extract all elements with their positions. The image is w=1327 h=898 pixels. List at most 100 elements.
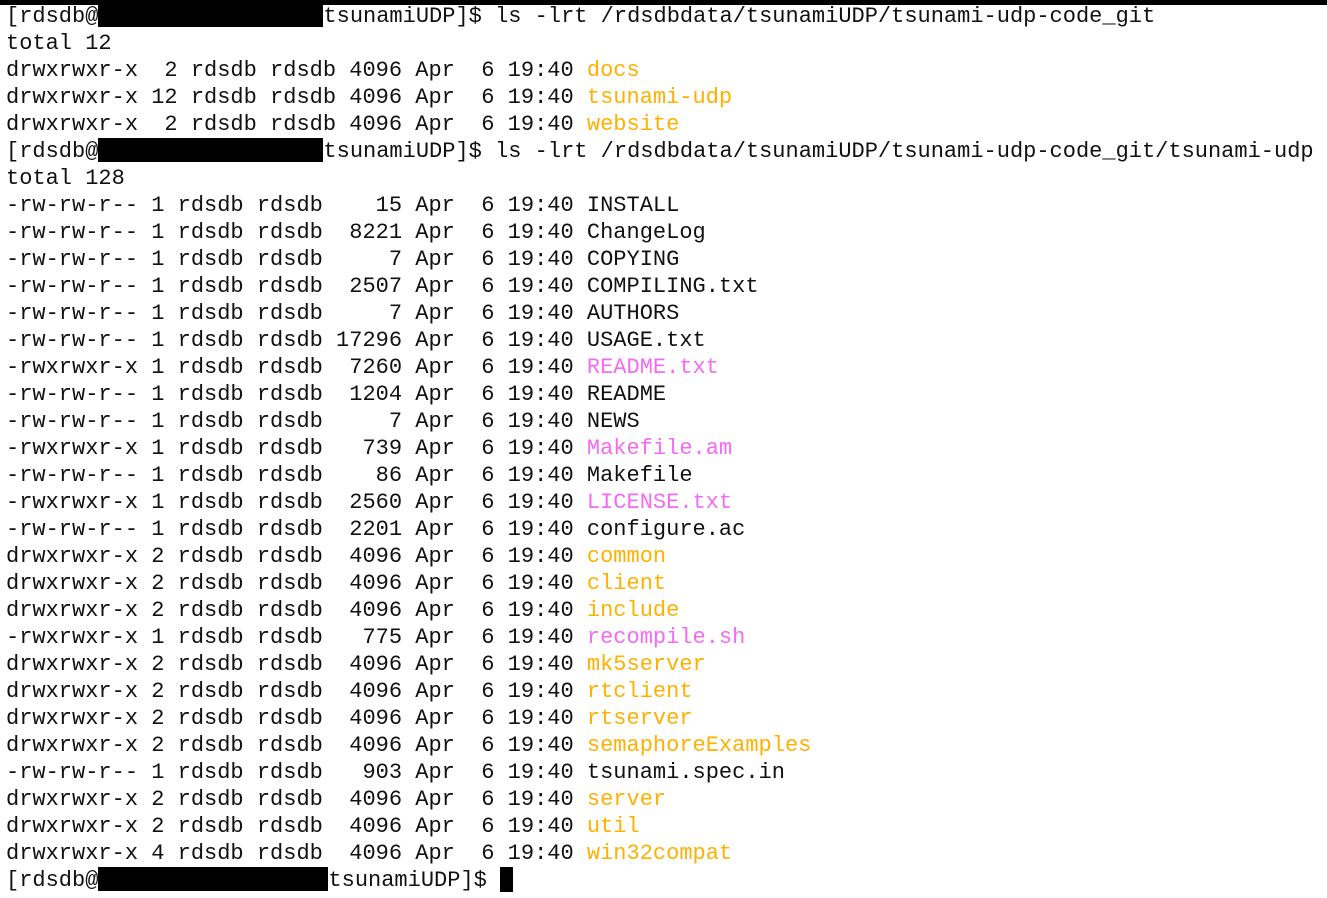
listing-row: drwxrwxr-x 2 rdsdb rdsdb 4096 Apr 6 19:4… <box>6 57 1321 84</box>
directory-name: include <box>586 598 680 623</box>
file-name: tsunami.spec.in <box>586 760 785 785</box>
prompt-line-2: [rdsdb@ tsunamiUDP]$ ls -lrt /rdsdbdata/t… <box>6 138 1321 165</box>
prompt-prefix: [rdsdb@ <box>6 4 99 29</box>
file-meta: drwxrwxr-x 2 rdsdb rdsdb 4096 Apr 6 19:4… <box>6 652 587 677</box>
prompt-suffix: tsunamiUDP]$ <box>323 4 496 29</box>
listing-total: total 12 <box>6 31 112 56</box>
executable-name: README.txt <box>586 355 719 380</box>
terminal-output[interactable]: [rdsdb@ tsunamiUDP]$ ls -lrt /rdsdbdata/t… <box>6 3 1321 894</box>
file-meta: drwxrwxr-x 2 rdsdb rdsdb 4096 Apr 6 19:4… <box>6 571 587 596</box>
listing-row: drwxrwxr-x 4 rdsdb rdsdb 4096 Apr 6 19:4… <box>6 840 1321 867</box>
file-name: INSTALL <box>586 193 680 218</box>
file-name: configure.ac <box>586 517 746 542</box>
listing-row: -rwxrwxr-x 1 rdsdb rdsdb 739 Apr 6 19:40… <box>6 435 1321 462</box>
listing-2: -rw-rw-r-- 1 rdsdb rdsdb 15 Apr 6 19:40 … <box>6 192 1321 867</box>
listing-row: drwxrwxr-x 2 rdsdb rdsdb 4096 Apr 6 19:4… <box>6 705 1321 732</box>
file-meta: drwxrwxr-x 2 rdsdb rdsdb 4096 Apr 6 19:4… <box>6 733 587 758</box>
listing-row: -rw-rw-r-- 1 rdsdb rdsdb 8221 Apr 6 19:4… <box>6 219 1321 246</box>
file-meta: drwxrwxr-x 2 rdsdb rdsdb 4096 Apr 6 19:4… <box>6 112 587 137</box>
file-meta: -rw-rw-r-- 1 rdsdb rdsdb 1204 Apr 6 19:4… <box>6 382 587 407</box>
listing-row: -rwxrwxr-x 1 rdsdb rdsdb 775 Apr 6 19:40… <box>6 624 1321 651</box>
file-meta: -rw-rw-r-- 1 rdsdb rdsdb 15 Apr 6 19:40 <box>6 193 587 218</box>
directory-name: client <box>586 571 667 596</box>
listing-row: -rw-rw-r-- 1 rdsdb rdsdb 903 Apr 6 19:40… <box>6 759 1321 786</box>
file-meta: -rw-rw-r-- 1 rdsdb rdsdb 17296 Apr 6 19:… <box>6 328 587 353</box>
file-name: USAGE.txt <box>586 328 706 353</box>
directory-name: semaphoreExamples <box>586 733 812 758</box>
directory-name: server <box>586 787 667 812</box>
file-meta: -rwxrwxr-x 1 rdsdb rdsdb 7260 Apr 6 19:4… <box>6 355 587 380</box>
command-text: ls -lrt /rdsdbdata/tsunamiUDP/tsunami-ud… <box>495 139 1314 164</box>
listing-row: drwxrwxr-x 2 rdsdb rdsdb 4096 Apr 6 19:4… <box>6 786 1321 813</box>
listing-row: drwxrwxr-x 2 rdsdb rdsdb 4096 Apr 6 19:4… <box>6 732 1321 759</box>
listing-row: -rwxrwxr-x 1 rdsdb rdsdb 2560 Apr 6 19:4… <box>6 489 1321 516</box>
prompt-suffix: tsunamiUDP]$ <box>323 139 496 164</box>
listing-row: drwxrwxr-x 2 rdsdb rdsdb 4096 Apr 6 19:4… <box>6 678 1321 705</box>
directory-name: mk5server <box>586 652 706 677</box>
listing-row: -rw-rw-r-- 1 rdsdb rdsdb 86 Apr 6 19:40 … <box>6 462 1321 489</box>
listing-row: -rw-rw-r-- 1 rdsdb rdsdb 2201 Apr 6 19:4… <box>6 516 1321 543</box>
listing-row: drwxrwxr-x 2 rdsdb rdsdb 4096 Apr 6 19:4… <box>6 651 1321 678</box>
listing-row: -rw-rw-r-- 1 rdsdb rdsdb 2507 Apr 6 19:4… <box>6 273 1321 300</box>
redacted-hostname <box>98 138 324 162</box>
file-meta: -rw-rw-r-- 1 rdsdb rdsdb 7 Apr 6 19:40 <box>6 409 587 434</box>
listing-row: -rw-rw-r-- 1 rdsdb rdsdb 17296 Apr 6 19:… <box>6 327 1321 354</box>
listing-row: drwxrwxr-x 12 rdsdb rdsdb 4096 Apr 6 19:… <box>6 84 1321 111</box>
file-name: ChangeLog <box>586 220 706 245</box>
listing-row: -rw-rw-r-- 1 rdsdb rdsdb 7 Apr 6 19:40 A… <box>6 300 1321 327</box>
file-meta: drwxrwxr-x 2 rdsdb rdsdb 4096 Apr 6 19:4… <box>6 58 587 83</box>
file-meta: -rw-rw-r-- 1 rdsdb rdsdb 8221 Apr 6 19:4… <box>6 220 587 245</box>
file-meta: -rw-rw-r-- 1 rdsdb rdsdb 903 Apr 6 19:40 <box>6 760 587 785</box>
prompt-prefix: [rdsdb@ <box>6 868 99 893</box>
executable-name: Makefile.am <box>586 436 733 461</box>
listing-row: drwxrwxr-x 2 rdsdb rdsdb 4096 Apr 6 19:4… <box>6 543 1321 570</box>
file-meta: drwxrwxr-x 2 rdsdb rdsdb 4096 Apr 6 19:4… <box>6 787 587 812</box>
listing-total: total 128 <box>6 166 125 191</box>
file-meta: drwxrwxr-x 2 rdsdb rdsdb 4096 Apr 6 19:4… <box>6 706 587 731</box>
file-name: AUTHORS <box>586 301 680 326</box>
file-name: Makefile <box>586 463 693 488</box>
directory-name: rtserver <box>586 706 693 731</box>
command-text: ls -lrt /rdsdbdata/tsunamiUDP/tsunami-ud… <box>495 4 1156 29</box>
executable-name: LICENSE.txt <box>586 490 733 515</box>
directory-name: rtclient <box>586 679 693 704</box>
prompt-suffix: tsunamiUDP]$ <box>328 868 501 893</box>
file-meta: -rw-rw-r-- 1 rdsdb rdsdb 2201 Apr 6 19:4… <box>6 517 587 542</box>
listing-row: drwxrwxr-x 2 rdsdb rdsdb 4096 Apr 6 19:4… <box>6 813 1321 840</box>
file-meta: drwxrwxr-x 2 rdsdb rdsdb 4096 Apr 6 19:4… <box>6 598 587 623</box>
listing-row: -rwxrwxr-x 1 rdsdb rdsdb 7260 Apr 6 19:4… <box>6 354 1321 381</box>
file-meta: drwxrwxr-x 2 rdsdb rdsdb 4096 Apr 6 19:4… <box>6 814 587 839</box>
file-meta: -rwxrwxr-x 1 rdsdb rdsdb 775 Apr 6 19:40 <box>6 625 587 650</box>
file-name: COPYING <box>586 247 680 272</box>
redacted-hostname <box>98 867 329 891</box>
redacted-hostname <box>98 3 324 27</box>
directory-name: tsunami-udp <box>586 85 733 110</box>
prompt-line-3[interactable]: [rdsdb@ tsunamiUDP]$ <box>6 867 1321 894</box>
file-name: COMPILING.txt <box>586 274 759 299</box>
listing-row: -rw-rw-r-- 1 rdsdb rdsdb 15 Apr 6 19:40 … <box>6 192 1321 219</box>
listing-row: drwxrwxr-x 2 rdsdb rdsdb 4096 Apr 6 19:4… <box>6 570 1321 597</box>
directory-name: docs <box>586 58 640 83</box>
directory-name: website <box>586 112 680 137</box>
file-meta: drwxrwxr-x 2 rdsdb rdsdb 4096 Apr 6 19:4… <box>6 679 587 704</box>
file-meta: -rw-rw-r-- 1 rdsdb rdsdb 2507 Apr 6 19:4… <box>6 274 587 299</box>
file-meta: drwxrwxr-x 12 rdsdb rdsdb 4096 Apr 6 19:… <box>6 85 587 110</box>
file-meta: -rw-rw-r-- 1 rdsdb rdsdb 7 Apr 6 19:40 <box>6 247 587 272</box>
directory-name: win32compat <box>586 841 733 866</box>
file-name: README <box>586 382 667 407</box>
executable-name: recompile.sh <box>586 625 746 650</box>
listing-row: -rw-rw-r-- 1 rdsdb rdsdb 7 Apr 6 19:40 N… <box>6 408 1321 435</box>
prompt-prefix: [rdsdb@ <box>6 139 99 164</box>
file-meta: -rwxrwxr-x 1 rdsdb rdsdb 2560 Apr 6 19:4… <box>6 490 587 515</box>
directory-name: common <box>586 544 667 569</box>
listing-row: -rw-rw-r-- 1 rdsdb rdsdb 7 Apr 6 19:40 C… <box>6 246 1321 273</box>
file-name: NEWS <box>586 409 640 434</box>
listing-row: drwxrwxr-x 2 rdsdb rdsdb 4096 Apr 6 19:4… <box>6 111 1321 138</box>
text-cursor <box>500 867 514 892</box>
listing-1: drwxrwxr-x 2 rdsdb rdsdb 4096 Apr 6 19:4… <box>6 57 1321 138</box>
file-meta: drwxrwxr-x 4 rdsdb rdsdb 4096 Apr 6 19:4… <box>6 841 587 866</box>
listing-row: drwxrwxr-x 2 rdsdb rdsdb 4096 Apr 6 19:4… <box>6 597 1321 624</box>
directory-name: util <box>586 814 640 839</box>
file-meta: drwxrwxr-x 2 rdsdb rdsdb 4096 Apr 6 19:4… <box>6 544 587 569</box>
file-meta: -rw-rw-r-- 1 rdsdb rdsdb 86 Apr 6 19:40 <box>6 463 587 488</box>
